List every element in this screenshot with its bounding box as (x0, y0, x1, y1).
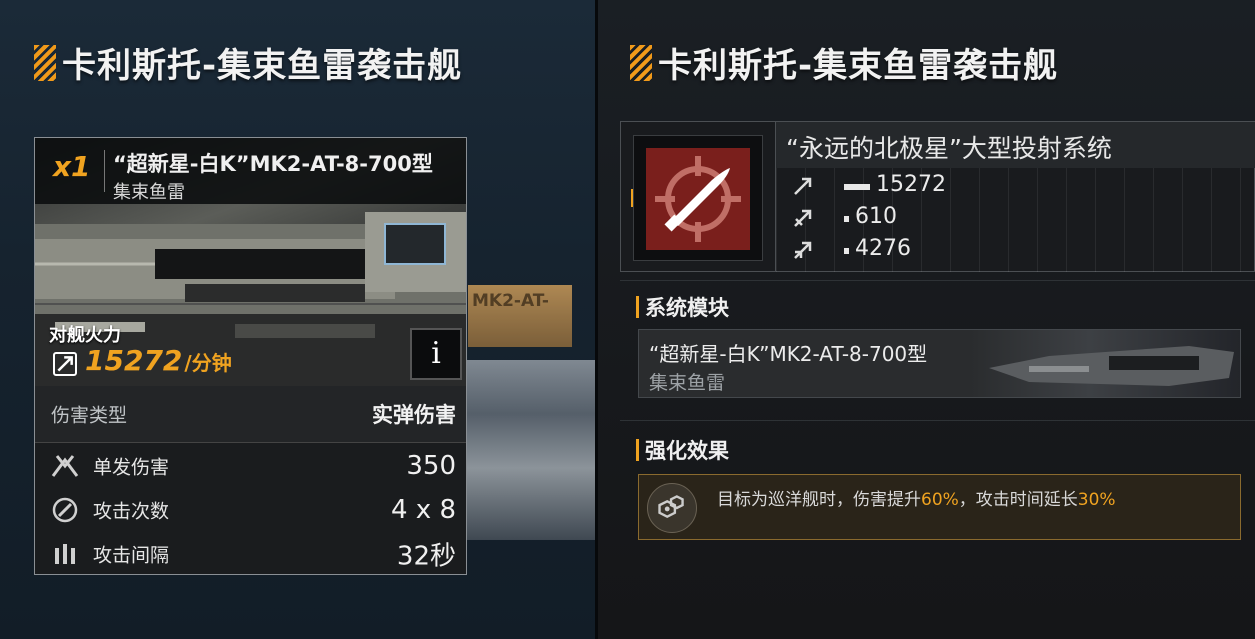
stat-row-single-damage: 单发伤害 350 (35, 444, 466, 488)
weapon-system-icon-frame (633, 135, 763, 261)
stat-value: 32秒 (396, 541, 456, 572)
weapon-quantity: x1 (53, 150, 91, 183)
stat-value: 610 (855, 204, 897, 229)
module-card[interactable]: “超新星-白K”MK2-AT-8-700型 集束鱼雷 (638, 329, 1241, 398)
section-marker (636, 439, 639, 461)
module-section-header: 系统模块 (636, 292, 729, 322)
effect-text-part: 目标为巡洋舰时，伤害提升 (717, 490, 921, 510)
bullet-crosshair-icon (655, 156, 741, 242)
interval-icon (55, 544, 75, 564)
weapon-detail-panel: 卡利斯托-集束鱼雷袭击舰 MK2-AT- x1 “超新星-白K”MK2-AT-8… (0, 0, 596, 639)
stat-row-attack-count: 攻击次数 4 x 8 (35, 488, 466, 532)
stat-label: 攻击间隔 (93, 544, 170, 567)
title-stripe-icon (630, 44, 652, 81)
module-weapon-art (989, 346, 1234, 386)
effect-time-penalty: 30% (1077, 490, 1116, 510)
stat-bar (844, 216, 849, 222)
effect-text-part: ，攻击时间延长 (958, 490, 1078, 510)
system-stats: 15272 610 4276 (776, 168, 1255, 272)
module-name: “超新星-白K”MK2-AT-8-700型 (649, 342, 928, 366)
effect-damage-bonus: 60% (921, 490, 959, 510)
system-name: “永远的北极星”大型投射系统 (786, 134, 1112, 163)
impact-icon (51, 455, 79, 477)
anti-ship-icon (794, 177, 812, 195)
effect-description: 目标为巡洋舰时，伤害提升60%，攻击时间延长30% (717, 485, 1116, 510)
section-divider (620, 420, 1255, 421)
anti-ship-icon (53, 352, 77, 376)
weapon-card-art: x1 “超新星-白K”MK2-AT-8-700型 集束鱼雷 对舰火力 15272… (35, 138, 466, 386)
system-stat-siege: 4276 (792, 236, 1192, 264)
weapon-header: x1 “超新星-白K”MK2-AT-8-700型 集束鱼雷 (35, 138, 466, 204)
header-divider (104, 150, 105, 192)
ship-title: 卡利斯托-集束鱼雷袭击舰 (34, 38, 462, 87)
effect-section-title: 强化效果 (645, 439, 729, 463)
stat-label: 单发伤害 (93, 456, 170, 479)
module-type: 集束鱼雷 (649, 372, 726, 394)
firepower-unit: /分钟 (184, 351, 232, 375)
anti-aircraft-icon (794, 209, 812, 227)
effect-card: 目标为巡洋舰时，伤害提升60%，攻击时间延长30% (638, 474, 1241, 540)
system-stat-anti-ship: 15272 (792, 172, 1192, 200)
effect-glyph (658, 495, 684, 518)
stat-label: 攻击次数 (93, 500, 170, 523)
damage-type-label: 伤害类型 (51, 404, 128, 427)
title-stripe-icon (34, 44, 56, 81)
effect-section-header: 强化效果 (636, 435, 729, 465)
stat-value: 4276 (855, 236, 911, 261)
system-title-bar: “永远的北极星”大型投射系统 (776, 122, 1255, 168)
weapon-system-box[interactable]: “永远的北极星”大型投射系统 15272 610 4276 (620, 121, 1255, 272)
firepower-number: 15272 (85, 344, 183, 377)
weapon-type: 集束鱼雷 (113, 182, 185, 203)
info-button[interactable]: i (410, 328, 462, 380)
hexagon-bolt-icon (647, 483, 697, 533)
weapon-card: x1 “超新星-白K”MK2-AT-8-700型 集束鱼雷 对舰火力 15272… (34, 137, 467, 575)
background-weapon-card: MK2-AT- (468, 285, 572, 347)
ship-title-text: 卡利斯托-集束鱼雷袭击舰 (658, 46, 1059, 86)
system-detail-panel: 卡利斯托-集束鱼雷袭击舰 “永远的北极星”大型投射系统 15272 610 42… (598, 0, 1255, 639)
attack-count-icon (52, 497, 78, 523)
weapon-name: “超新星-白K”MK2-AT-8-700型 (113, 152, 433, 176)
damage-type-value: 实弹伤害 (372, 403, 456, 427)
firepower-value: 15272/分钟 (85, 344, 232, 377)
section-divider (620, 280, 1255, 281)
stat-value: 4 x 8 (391, 495, 456, 525)
system-stat-anti-aircraft: 610 (792, 204, 1192, 232)
damage-type-row: 伤害类型 实弹伤害 (35, 386, 466, 443)
background-ship-art (466, 360, 596, 540)
stat-bar (844, 248, 849, 254)
background-weapon-text: MK2-AT- (472, 291, 549, 311)
stat-row-attack-interval: 攻击间隔 32秒 (35, 532, 466, 576)
stat-bar (844, 184, 870, 190)
stat-value: 350 (406, 451, 456, 481)
ship-title-text: 卡利斯托-集束鱼雷袭击舰 (62, 46, 463, 86)
ship-title: 卡利斯托-集束鱼雷袭击舰 (630, 38, 1058, 87)
siege-icon (794, 241, 812, 259)
stat-value: 15272 (876, 172, 946, 197)
module-section-title: 系统模块 (645, 296, 729, 320)
weapon-system-icon (646, 148, 750, 250)
section-marker (636, 296, 639, 318)
